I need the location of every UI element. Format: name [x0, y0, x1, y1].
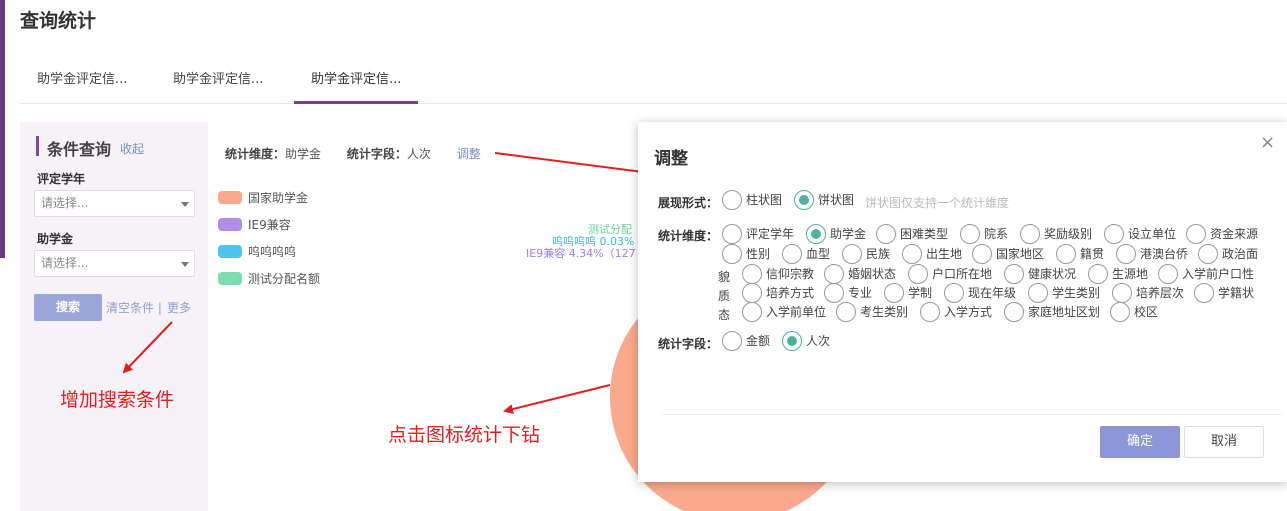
wrap-char: 质: [718, 289, 731, 303]
radio-icon: [742, 264, 762, 284]
legend-label: 国家助学金: [248, 191, 309, 205]
radio-icon: [722, 331, 742, 351]
radio-icon: [824, 283, 844, 303]
adjust-dialog: 调整 × 展现形式： 柱状图 饼状图 饼状图仅支持一个统计维度 统计维度： 评定…: [638, 122, 1287, 482]
wrap-char: 态: [718, 308, 731, 322]
radio-icon: [1088, 264, 1108, 284]
collapse-link[interactable]: 收起: [120, 140, 144, 157]
wrap-char: 貌: [718, 270, 731, 284]
radio-icon: [1112, 283, 1132, 303]
radio-icon: [1004, 264, 1024, 284]
year-field-label: 评定学年: [37, 172, 86, 186]
cancel-button[interactable]: 取消: [1184, 426, 1264, 458]
radio-checked-icon: [794, 190, 814, 210]
clear-conditions-link[interactable]: 清空条件 |: [106, 299, 162, 316]
display-mode-label: 展现形式：: [658, 196, 719, 210]
legend-swatch: [218, 191, 242, 204]
radio-icon: [722, 190, 742, 210]
radio-icon: [1198, 244, 1218, 264]
legend-label: 测试分配名额: [248, 272, 321, 286]
arrow-to-pie: [503, 384, 611, 414]
condition-panel-title: 条件查询: [47, 140, 112, 159]
radio-icon: [1104, 224, 1124, 244]
radio-checked-icon: [806, 224, 826, 244]
grant-select[interactable]: 请选择...: [34, 250, 195, 277]
radio-icon: [1028, 283, 1048, 303]
year-select[interactable]: 请选择...: [34, 190, 195, 217]
condition-panel-header: 条件查询: [36, 136, 112, 159]
radio-icon: [972, 244, 992, 264]
confirm-button[interactable]: 确定: [1100, 426, 1180, 458]
radio-icon: [722, 224, 742, 244]
radio-icon: [1186, 224, 1206, 244]
field-label: 统计字段：: [346, 147, 407, 161]
radio-icon: [1116, 244, 1136, 264]
grant-select-placeholder: 请选择...: [41, 256, 89, 270]
field-row-label: 统计字段：: [658, 337, 719, 351]
adjust-link[interactable]: 调整: [457, 147, 481, 161]
legend-item[interactable]: 测试分配名额: [218, 271, 358, 287]
stats-bar: 统计维度：助学金 统计字段：人次 调整: [225, 145, 481, 162]
dimension-label: 统计维度：: [225, 147, 286, 161]
radio-icon: [908, 264, 928, 284]
tab-2[interactable]: 助学金评定信...: [156, 58, 280, 104]
radio-icon: [742, 283, 762, 303]
annotation-search: 增加搜索条件: [60, 389, 175, 411]
radio-icon: [836, 302, 856, 322]
radio-icon: [920, 302, 940, 322]
radio-icon: [1110, 302, 1130, 322]
year-select-placeholder: 请选择...: [41, 196, 89, 210]
radio-icon: [782, 244, 802, 264]
tab-3-active[interactable]: 助学金评定信...: [294, 58, 419, 104]
radio-icon: [824, 264, 844, 284]
legend-label: IE9兼容: [248, 218, 291, 232]
legend-label: 呜呜呜呜: [248, 245, 297, 259]
dialog-title: 调整: [654, 149, 688, 169]
radio-icon: [742, 302, 762, 322]
close-icon[interactable]: ×: [1260, 132, 1275, 153]
display-hint: 饼状图仅支持一个统计维度: [865, 196, 1010, 210]
annotation-drill: 点击图标统计下钻: [388, 424, 541, 446]
radio-icon: [960, 224, 980, 244]
radio-icon: [1056, 244, 1076, 264]
tab-bar: 助学金评定信... 助学金评定信... 助学金评定信...: [20, 58, 1287, 104]
radio-icon: [722, 244, 742, 264]
grant-field-label: 助学金: [37, 232, 74, 246]
radio-icon: [902, 244, 922, 264]
more-conditions-link[interactable]: 更多: [167, 299, 191, 316]
field-value: 人次: [406, 147, 431, 161]
dimension-value: 助学金: [285, 147, 322, 161]
radio-icon: [944, 283, 964, 303]
chevron-down-icon: [181, 202, 189, 207]
pie-slice-label: IE9兼容 4.34%（127: [526, 247, 636, 260]
legend-swatch: [218, 218, 242, 231]
radio-icon: [1158, 264, 1178, 284]
legend-item[interactable]: 呜呜呜呜: [218, 244, 358, 260]
page-title: 查询统计: [20, 10, 97, 32]
condition-panel: 条件查询 收起 评定学年 请选择... 助学金 请选择... 搜索 清空条件 |…: [20, 122, 208, 511]
radio-icon: [884, 283, 904, 303]
tab-1[interactable]: 助学金评定信...: [20, 58, 144, 104]
dimension-row-label: 统计维度：: [658, 229, 719, 243]
page: 查询统计 助学金评定信... 助学金评定信... 助学金评定信... 条件查询 …: [0, 0, 1287, 511]
legend-swatch: [218, 245, 242, 258]
radio-icon: [842, 244, 862, 264]
radio-checked-icon: [782, 331, 802, 351]
legend-swatch: [218, 272, 242, 285]
legend-item[interactable]: IE9兼容: [218, 217, 358, 233]
radio-icon: [1020, 224, 1040, 244]
radio-icon: [1194, 283, 1214, 303]
radio-icon: [1004, 302, 1024, 322]
legend-item[interactable]: 国家助学金: [218, 190, 358, 206]
left-accent-bar: [0, 0, 5, 258]
dialog-divider: [662, 414, 1282, 415]
chevron-down-icon: [181, 262, 189, 267]
radio-icon: [876, 224, 896, 244]
search-button[interactable]: 搜索: [34, 294, 102, 321]
